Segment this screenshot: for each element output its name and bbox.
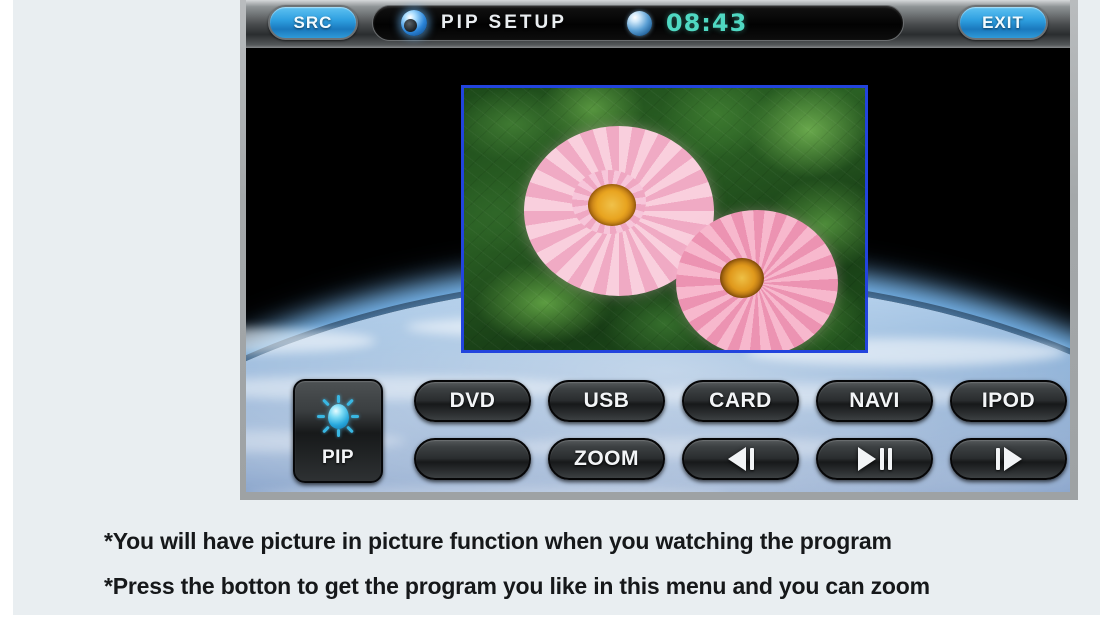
src-button-label: SRC: [293, 12, 333, 32]
pip-button[interactable]: PIP: [293, 379, 383, 483]
pip-button-label: PIP: [321, 447, 355, 468]
blank-button[interactable]: [414, 438, 531, 480]
usb-button[interactable]: USB: [548, 380, 665, 422]
navi-button[interactable]: NAVI: [816, 380, 933, 422]
caption-block: *You will have picture in picture functi…: [104, 528, 1064, 618]
caption-line-1: *You will have picture in picture functi…: [104, 528, 892, 554]
next-track-icon: [995, 447, 1022, 471]
zoom-button-label: ZOOM: [574, 447, 639, 470]
navi-button-label: NAVI: [849, 389, 900, 412]
card-button[interactable]: CARD: [682, 380, 799, 422]
peony-flower-right-center: [720, 258, 764, 298]
next-button[interactable]: [950, 438, 1067, 480]
caption-line-2: *Press the botton to get the program you…: [104, 573, 930, 599]
pip-video-frame[interactable]: [461, 85, 868, 353]
blue-orb-icon: [401, 10, 427, 36]
zoom-button[interactable]: ZOOM: [548, 438, 665, 480]
status-title-pill: PIP SETUP 08:43: [372, 5, 904, 41]
globe-icon: [626, 10, 652, 36]
previous-button[interactable]: [682, 438, 799, 480]
head-unit-device: SRC PIP SETUP 08:43 EXIT PIP DVD USB CAR…: [240, 0, 1078, 500]
src-button[interactable]: SRC: [268, 5, 358, 40]
status-bar: SRC PIP SETUP 08:43 EXIT: [246, 0, 1070, 48]
usb-button-label: USB: [583, 389, 630, 412]
peony-flower-left-center: [588, 184, 636, 226]
dvd-button-label: DVD: [449, 389, 496, 412]
page-title: PIP SETUP: [441, 12, 567, 33]
previous-track-icon: [727, 447, 754, 471]
exit-button-label: EXIT: [982, 12, 1024, 32]
ipod-button[interactable]: IPOD: [950, 380, 1067, 422]
brightness-sun-icon: [317, 395, 359, 437]
device-screen: SRC PIP SETUP 08:43 EXIT PIP DVD USB CAR…: [246, 0, 1070, 492]
play-pause-icon: [857, 447, 892, 471]
clock-display: 08:43: [665, 9, 748, 37]
card-button-label: CARD: [709, 389, 772, 412]
dvd-button[interactable]: DVD: [414, 380, 531, 422]
screen-viewport: PIP DVD USB CARD NAVI IPOD ZOOM: [246, 48, 1070, 492]
play-pause-button[interactable]: [816, 438, 933, 480]
exit-button[interactable]: EXIT: [958, 5, 1048, 40]
screenshot-root: SRC PIP SETUP 08:43 EXIT PIP DVD USB CAR…: [0, 0, 1100, 615]
ipod-button-label: IPOD: [981, 389, 1036, 412]
